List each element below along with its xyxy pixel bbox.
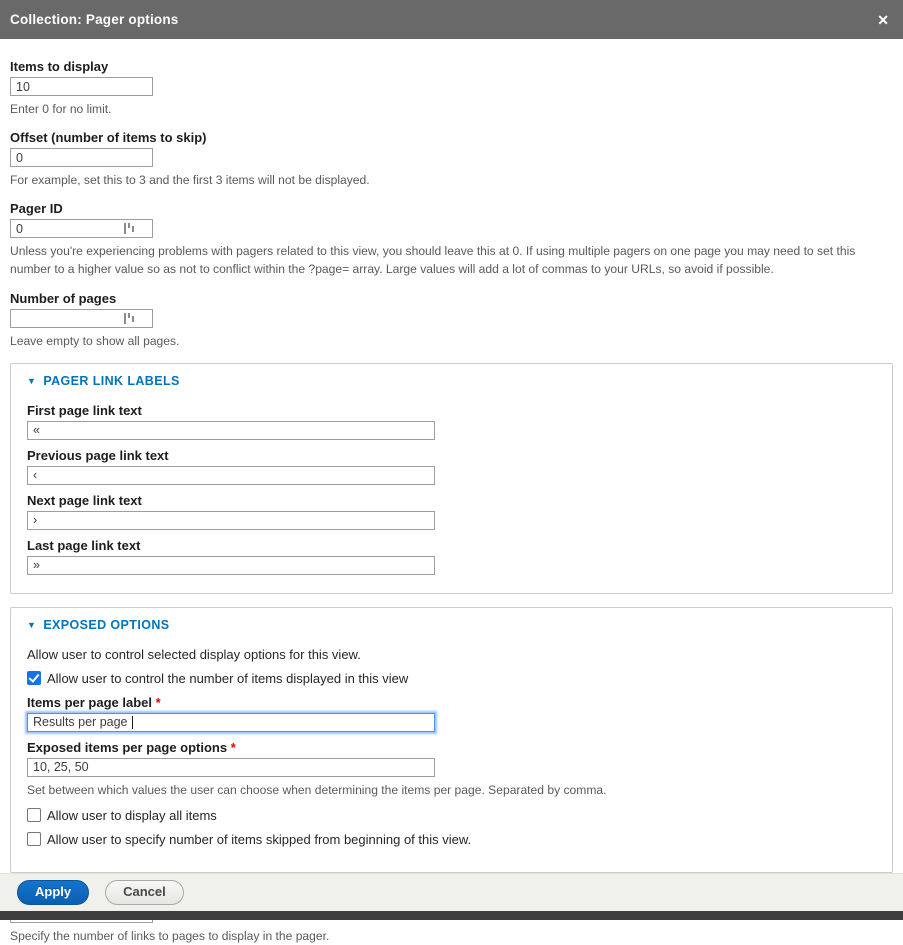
items-per-page-label-text: Items per page label <box>27 695 152 710</box>
allow-display-all-label: Allow user to display all items <box>47 808 217 823</box>
checkbox-unchecked-icon[interactable] <box>27 832 41 846</box>
pager-links-visible-description: Specify the number of links to pages to … <box>10 927 890 945</box>
previous-page-link-label: Previous page link text <box>27 448 876 463</box>
legend-text: EXPOSED OPTIONS <box>43 618 169 632</box>
checkbox-unchecked-icon[interactable] <box>27 808 41 822</box>
offset-label: Offset (number of items to skip) <box>10 130 893 145</box>
pager-link-labels-fieldset: ▼PAGER LINK LABELS First page link text … <box>10 363 893 594</box>
pager-id-label: Pager ID <box>10 201 893 216</box>
exposed-options-intro: Allow user to control selected display o… <box>27 647 876 662</box>
required-asterisk: * <box>156 695 161 710</box>
first-page-link-input[interactable] <box>27 421 435 440</box>
previous-page-link-field: Previous page link text <box>27 448 876 485</box>
close-icon[interactable]: ✕ <box>877 13 889 27</box>
checkbox-checked-icon[interactable] <box>27 671 41 685</box>
next-page-link-label: Next page link text <box>27 493 876 508</box>
allow-skip-row[interactable]: Allow user to specify number of items sk… <box>27 832 876 847</box>
items-to-display-input[interactable] <box>10 77 153 96</box>
dialog-header: Collection: Pager options ✕ <box>0 0 903 39</box>
exposed-items-options-input[interactable] <box>27 758 435 777</box>
allow-display-all-row[interactable]: Allow user to display all items <box>27 808 876 823</box>
offset-description: For example, set this to 3 and the first… <box>10 171 890 189</box>
number-of-pages-field: Number of pages Leave empty to show all … <box>10 291 893 350</box>
bar-chart-icon <box>124 222 135 235</box>
number-of-pages-label: Number of pages <box>10 291 893 306</box>
first-page-link-label: First page link text <box>27 403 876 418</box>
exposed-items-options-field: Exposed items per page options * Set bet… <box>27 740 876 799</box>
bar-chart-icon <box>124 312 135 325</box>
last-page-link-field: Last page link text <box>27 538 876 575</box>
exposed-items-options-label-text: Exposed items per page options <box>27 740 227 755</box>
collapse-arrow-icon: ▼ <box>27 620 36 630</box>
items-to-display-label: Items to display <box>10 59 893 74</box>
allow-control-count-label: Allow user to control the number of item… <box>47 671 408 686</box>
last-page-link-input[interactable] <box>27 556 435 575</box>
apply-button[interactable]: Apply <box>17 880 89 905</box>
offset-field: Offset (number of items to skip) For exa… <box>10 130 893 189</box>
allow-skip-label: Allow user to specify number of items sk… <box>47 832 471 847</box>
items-to-display-description: Enter 0 for no limit. <box>10 100 890 118</box>
items-to-display-field: Items to display Enter 0 for no limit. <box>10 59 893 118</box>
previous-page-link-input[interactable] <box>27 466 435 485</box>
items-per-page-label-input[interactable] <box>27 713 435 732</box>
pager-id-description: Unless you're experiencing problems with… <box>10 242 890 278</box>
exposed-options-legend[interactable]: ▼ EXPOSED OPTIONS <box>27 618 876 632</box>
pager-link-labels-legend[interactable]: ▼ PAGER LINK LABELS <box>27 374 876 388</box>
dialog-footer: Apply Cancel <box>0 873 903 911</box>
required-asterisk: * <box>231 740 236 755</box>
allow-control-count-row[interactable]: Allow user to control the number of item… <box>27 671 876 686</box>
first-page-link-field: First page link text <box>27 403 876 440</box>
exposed-options-fieldset: ▼ EXPOSED OPTIONS Allow user to control s… <box>10 607 893 873</box>
next-page-link-field: Next page link text <box>27 493 876 530</box>
text-cursor <box>132 716 133 729</box>
items-per-page-label-field: Items per page label * <box>27 695 876 732</box>
pager-id-field: Pager ID Unless you're experiencing prob… <box>10 201 893 278</box>
last-page-link-label: Last page link text <box>27 538 876 553</box>
dialog-title: Collection: Pager options <box>10 12 179 27</box>
page-background-strip <box>0 911 903 920</box>
number-of-pages-description: Leave empty to show all pages. <box>10 332 890 350</box>
legend-text: PAGER LINK LABELS <box>43 374 179 388</box>
exposed-items-options-description: Set between which values the user can ch… <box>27 781 876 799</box>
offset-input[interactable] <box>10 148 153 167</box>
next-page-link-input[interactable] <box>27 511 435 530</box>
dialog-body: Items to display Enter 0 for no limit. O… <box>0 59 903 945</box>
collapse-arrow-icon: ▼ <box>27 376 36 386</box>
cancel-button[interactable]: Cancel <box>105 880 184 905</box>
pager-options-dialog: Collection: Pager options ✕ Items to dis… <box>0 0 903 945</box>
